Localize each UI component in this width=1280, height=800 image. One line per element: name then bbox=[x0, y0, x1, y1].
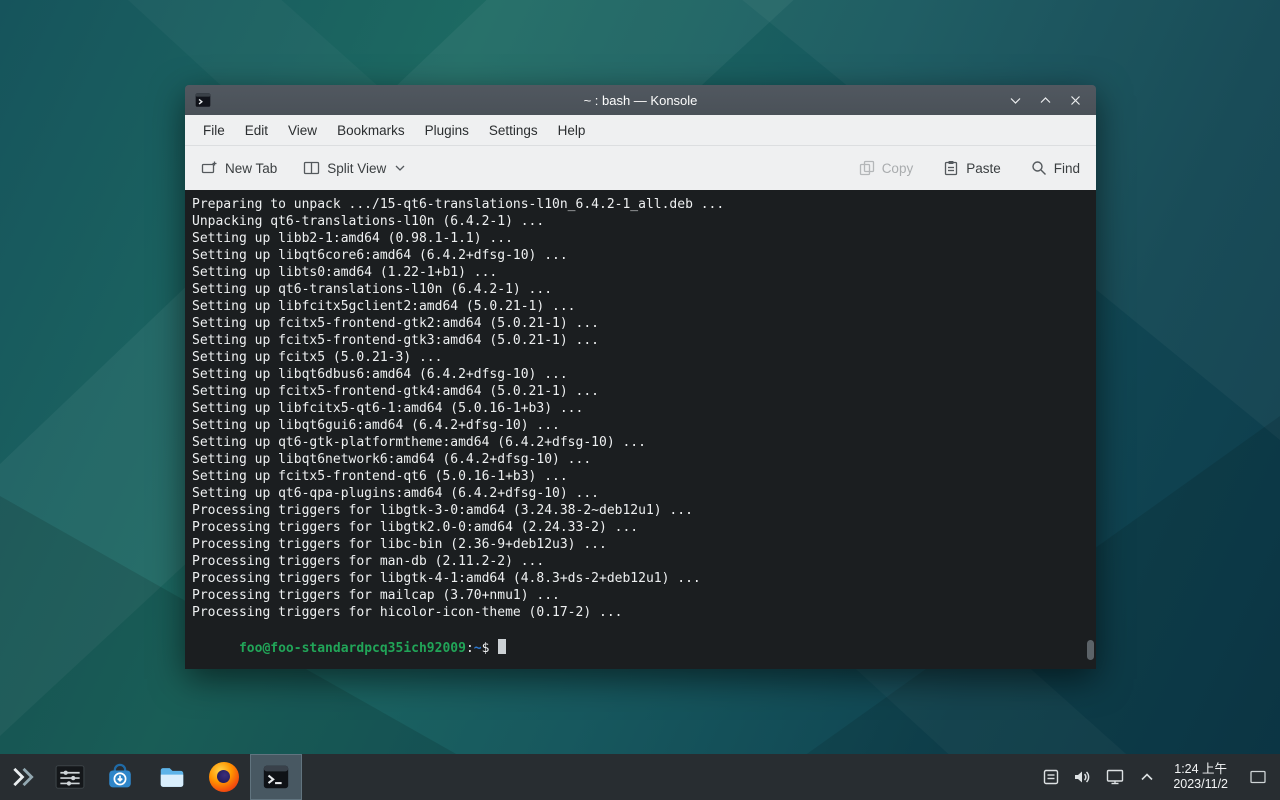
terminal-line: Setting up libqt6network6:amd64 (6.4.2+d… bbox=[192, 451, 1080, 468]
clock-date: 2023/11/2 bbox=[1173, 777, 1228, 792]
notifications-tray-button[interactable] bbox=[1037, 757, 1065, 797]
new-tab-icon bbox=[201, 160, 218, 176]
show-desktop-button[interactable] bbox=[1242, 754, 1274, 800]
menu-item[interactable]: View bbox=[278, 119, 327, 142]
terminal-line: Processing triggers for mailcap (3.70+nm… bbox=[192, 587, 1080, 604]
tray-expander-button[interactable] bbox=[1133, 757, 1161, 797]
close-icon[interactable] bbox=[1060, 85, 1090, 115]
menu-item[interactable]: Bookmarks bbox=[327, 119, 415, 142]
window-titlebar[interactable]: ~ : bash — Konsole bbox=[185, 85, 1096, 115]
menu-item[interactable]: Edit bbox=[235, 119, 278, 142]
terminal-line: Setting up qt6-gtk-platformtheme:amd64 (… bbox=[192, 434, 1080, 451]
terminal-line: Preparing to unpack .../15-qt6-translati… bbox=[192, 196, 1080, 213]
terminal-line: Setting up libfcitx5gclient2:amd64 (5.0.… bbox=[192, 298, 1080, 315]
copy-label: Copy bbox=[882, 161, 914, 176]
terminal-line: Setting up libqt6dbus6:amd64 (6.4.2+dfsg… bbox=[192, 366, 1080, 383]
network-tray-button[interactable] bbox=[1101, 757, 1129, 797]
paste-icon bbox=[943, 160, 959, 176]
volume-tray-button[interactable] bbox=[1069, 757, 1097, 797]
terminal-line: Setting up fcitx5-frontend-gtk4:amd64 (5… bbox=[192, 383, 1080, 400]
menu-item[interactable]: File bbox=[193, 119, 235, 142]
terminal-area[interactable]: Preparing to unpack .../15-qt6-translati… bbox=[185, 190, 1096, 669]
minimize-icon[interactable] bbox=[1000, 85, 1030, 115]
prompt-user-host: foo@foo-standardpcq35ich92009 bbox=[239, 641, 466, 656]
terminal-line: Setting up qt6-qpa-plugins:amd64 (6.4.2+… bbox=[192, 485, 1080, 502]
find-icon bbox=[1031, 160, 1047, 176]
terminal-line: Processing triggers for libc-bin (2.36-9… bbox=[192, 536, 1080, 553]
split-view-icon bbox=[303, 160, 320, 176]
copy-button: Copy bbox=[859, 160, 914, 176]
dolphin-icon bbox=[157, 762, 187, 792]
maximize-icon[interactable] bbox=[1030, 85, 1060, 115]
find-button[interactable]: Find bbox=[1031, 160, 1080, 176]
terminal-line: Processing triggers for libgtk2.0-0:amd6… bbox=[192, 519, 1080, 536]
terminal-line: Setting up fcitx5-frontend-qt6 (5.0.16-1… bbox=[192, 468, 1080, 485]
window-list-button[interactable] bbox=[46, 754, 94, 800]
konsole-window: ~ : bash — Konsole FileEditViewBookmarks… bbox=[185, 85, 1096, 669]
new-tab-label: New Tab bbox=[225, 161, 277, 176]
prompt-path: ~ bbox=[474, 641, 482, 656]
taskbar-firefox-button[interactable] bbox=[198, 754, 250, 800]
app-launcher-button[interactable] bbox=[0, 754, 46, 800]
new-tab-button[interactable]: New Tab bbox=[201, 160, 277, 176]
terminal-line: Processing triggers for hicolor-icon-the… bbox=[192, 604, 1080, 621]
taskbar: 1:24 上午 2023/11/2 bbox=[0, 754, 1280, 800]
terminal-line: Setting up libfcitx5-qt6-1:amd64 (5.0.16… bbox=[192, 400, 1080, 417]
taskbar-konsole-button[interactable] bbox=[250, 754, 302, 800]
digital-clock[interactable]: 1:24 上午 2023/11/2 bbox=[1173, 762, 1228, 792]
volume-icon bbox=[1073, 768, 1093, 786]
terminal-line: Setting up libts0:amd64 (1.22-1+b1) ... bbox=[192, 264, 1080, 281]
terminal-line: Setting up libb2-1:amd64 (0.98.1-1.1) ..… bbox=[192, 230, 1080, 247]
terminal-line: Setting up fcitx5 (5.0.21-3) ... bbox=[192, 349, 1080, 366]
menu-item[interactable]: Help bbox=[548, 119, 596, 142]
toolbar: New Tab Split View Copy bbox=[185, 145, 1096, 190]
terminal-line: Setting up libqt6core6:amd64 (6.4.2+dfsg… bbox=[192, 247, 1080, 264]
terminal-line: Setting up libqt6gui6:amd64 (6.4.2+dfsg-… bbox=[192, 417, 1080, 434]
chevron-up-icon bbox=[1139, 772, 1155, 782]
taskbar-discover-button[interactable] bbox=[94, 754, 146, 800]
discover-icon bbox=[105, 762, 135, 792]
terminal-line: Unpacking qt6-translations-l10n (6.4.2-1… bbox=[192, 213, 1080, 230]
terminal-scrollbar[interactable] bbox=[1086, 192, 1094, 667]
split-view-button[interactable]: Split View bbox=[303, 160, 405, 176]
clock-time: 1:24 上午 bbox=[1173, 762, 1228, 777]
terminal-cursor bbox=[498, 639, 506, 654]
split-view-label: Split View bbox=[327, 161, 386, 176]
notifications-icon bbox=[1042, 768, 1060, 786]
firefox-icon bbox=[209, 762, 239, 792]
konsole-icon bbox=[261, 762, 291, 792]
paste-button[interactable]: Paste bbox=[943, 160, 1001, 176]
scrollbar-handle[interactable] bbox=[1087, 640, 1094, 660]
window-title: ~ : bash — Konsole bbox=[185, 93, 1096, 108]
copy-icon bbox=[859, 160, 875, 176]
taskbar-dolphin-button[interactable] bbox=[146, 754, 198, 800]
menu-bar: FileEditViewBookmarksPluginsSettingsHelp bbox=[185, 115, 1096, 145]
konsole-window-icon bbox=[194, 91, 212, 109]
menu-item[interactable]: Plugins bbox=[415, 119, 479, 142]
find-label: Find bbox=[1054, 161, 1080, 176]
terminal-line: Processing triggers for libgtk-4-1:amd64… bbox=[192, 570, 1080, 587]
terminal-output: Preparing to unpack .../15-qt6-translati… bbox=[185, 190, 1096, 621]
system-tray: 1:24 上午 2023/11/2 bbox=[1037, 754, 1280, 800]
paste-label: Paste bbox=[966, 161, 1001, 176]
terminal-prompt: foo@foo-standardpcq35ich92009:~$ bbox=[185, 622, 1096, 639]
terminal-line: Processing triggers for man-db (2.11.2-2… bbox=[192, 553, 1080, 570]
terminal-line: Setting up qt6-translations-l10n (6.4.2-… bbox=[192, 281, 1080, 298]
launcher-icon bbox=[10, 764, 36, 790]
menu-item[interactable]: Settings bbox=[479, 119, 548, 142]
window-list-icon bbox=[55, 762, 85, 792]
terminal-line: Setting up fcitx5-frontend-gtk3:amd64 (5… bbox=[192, 332, 1080, 349]
show-desktop-icon bbox=[1249, 769, 1267, 785]
terminal-line: Processing triggers for libgtk-3-0:amd64… bbox=[192, 502, 1080, 519]
network-icon bbox=[1105, 768, 1125, 786]
terminal-line: Setting up fcitx5-frontend-gtk2:amd64 (5… bbox=[192, 315, 1080, 332]
prompt-separator: : bbox=[466, 641, 474, 656]
chevron-down-icon bbox=[395, 165, 405, 171]
